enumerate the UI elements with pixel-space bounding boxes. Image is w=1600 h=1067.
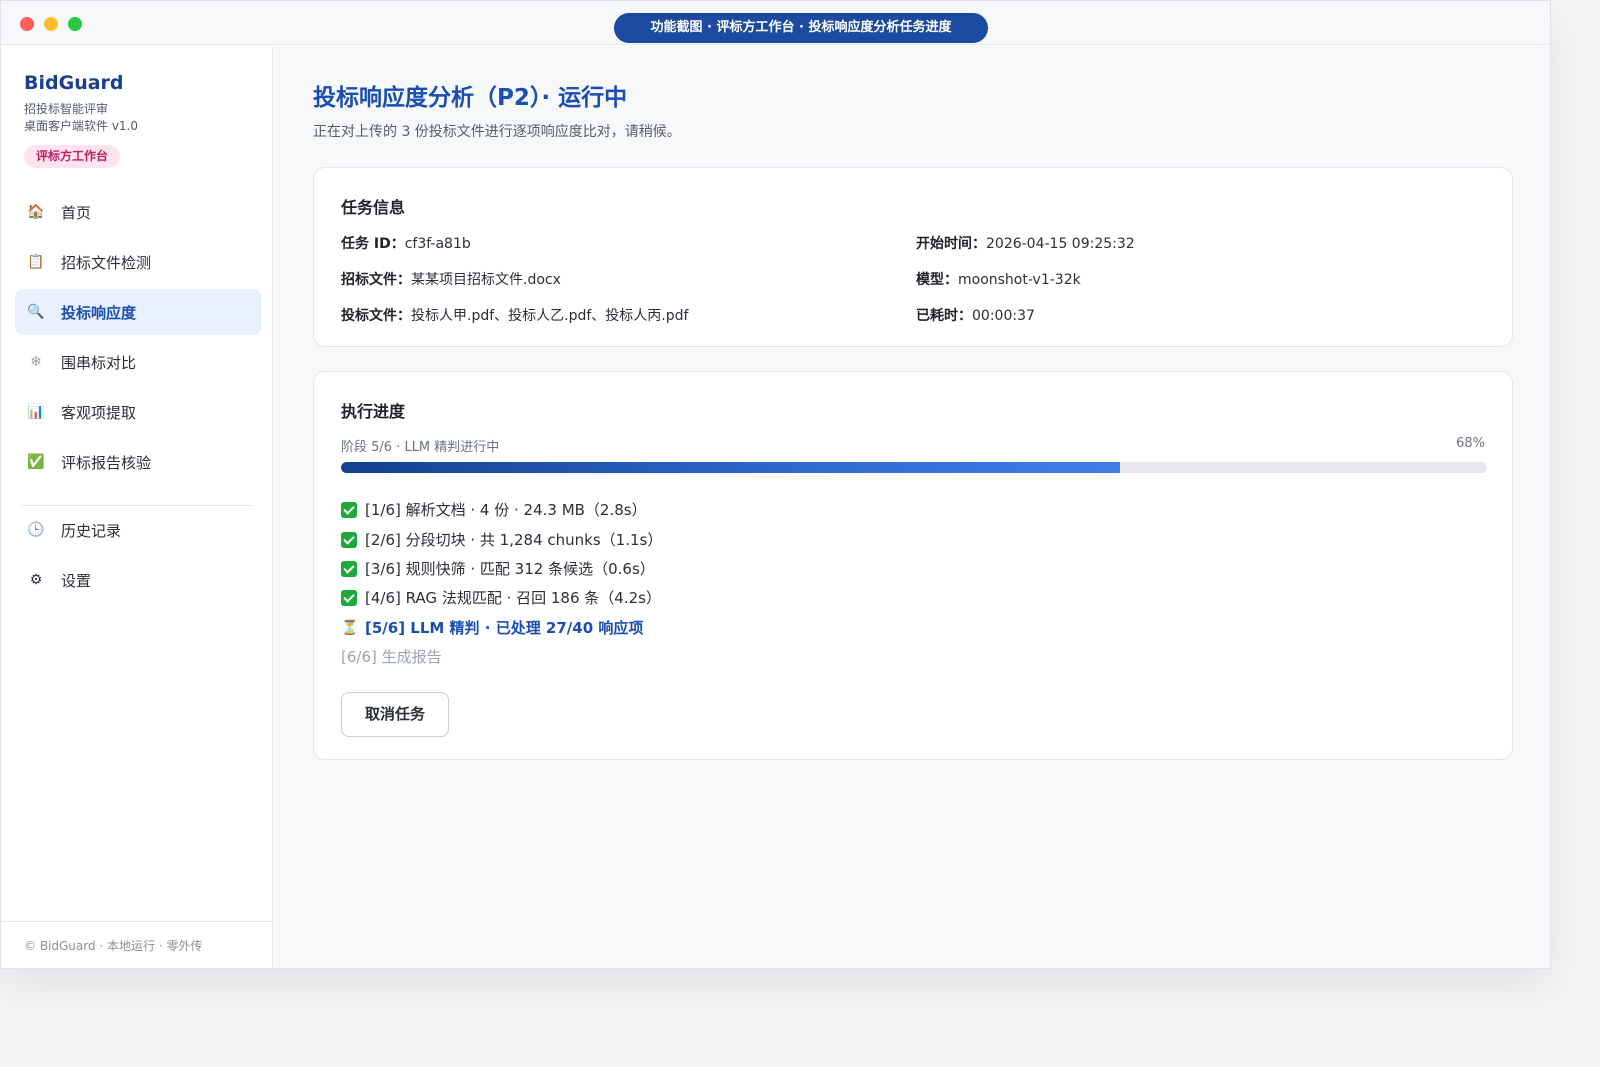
role-badge: 评标方工作台 [24, 145, 121, 168]
step-item: [1/6] 解析文档 · 4 份 · 24.3 MB（2.8s） [341, 499, 647, 520]
elapsed-row: 已耗时：00:00:37 [916, 305, 1035, 325]
progress-card: 执行进度 阶段 5/6 · LLM 精判进行中 68% [1/6] 解析文档 ·… [313, 371, 1513, 760]
tender-file-value: 某某项目招标文件.docx [411, 272, 561, 288]
stage-label: 阶段 5/6 · LLM 精判进行中 [341, 440, 500, 455]
tender-file-row: 招标文件：某某项目招标文件.docx [341, 269, 561, 289]
step-item-running: ⏳ [5/6] LLM 精判 · 已处理 27/40 响应项 [341, 617, 643, 638]
card-title: 任务信息 [341, 198, 406, 217]
check-icon [341, 531, 357, 548]
step-item: [4/6] RAG 法规匹配 · 召回 186 条（4.2s） [341, 587, 661, 608]
card-title: 执行进度 [341, 402, 406, 421]
task-id-row: 任务 ID：cf3f-a81b [341, 233, 471, 253]
sidebar-item-label: 围串标对比 [61, 353, 137, 372]
sidebar-item-label: 客观项提取 [61, 403, 137, 422]
brand-subtitle: 招投标智能评审 [24, 102, 109, 116]
sidebar-item-objective-extract[interactable]: 📊 客观项提取 [15, 389, 261, 435]
step-text: [4/6] RAG 法规匹配 · 召回 186 条（4.2s） [365, 589, 661, 607]
close-window-button[interactable] [20, 17, 34, 31]
sidebar-item-settings[interactable]: ⚙ 设置 [15, 557, 261, 603]
elapsed-label: 已耗时： [916, 308, 972, 324]
hourglass-icon: ⏳ [341, 619, 359, 636]
bid-files-row: 投标文件：投标人甲.pdf、投标人乙.pdf、投标人丙.pdf [341, 305, 688, 325]
step-text: [3/6] 规则快筛 · 匹配 312 条候选（0.6s） [365, 560, 655, 578]
brand-name: BidGuard [24, 72, 124, 94]
sidebar-item-tender-check[interactable]: 📋 招标文件检测 [15, 239, 261, 285]
sidebar-footer: © BidGuard · 本地运行 · 零外传 [1, 921, 272, 968]
sidebar-item-label: 设置 [61, 571, 92, 590]
house-icon: 🏠 [27, 204, 45, 220]
gear-icon: ⚙ [29, 572, 43, 588]
main-content: 投标响应度分析（P2）· 运行中 正在对上传的 3 份投标文件进行逐项响应度比对… [274, 46, 1550, 968]
tender-file-label: 招标文件： [341, 272, 411, 288]
sidebar-item-bid-response[interactable]: 🔍 投标响应度 [15, 289, 261, 335]
progress-percent: 68% [1456, 436, 1485, 451]
bid-files-value: 投标人甲.pdf、投标人乙.pdf、投标人丙.pdf [411, 308, 689, 324]
model-row: 模型：moonshot-v1-32k [916, 269, 1081, 289]
task-id-value: cf3f-a81b [404, 236, 471, 252]
bar-chart-icon: 📊 [27, 404, 45, 420]
task-id-label: 任务 ID： [341, 236, 405, 252]
step-text: [5/6] LLM 精判 · 已处理 27/40 响应项 [365, 619, 644, 637]
clock-icon: 🕒 [27, 522, 45, 538]
step-text: [1/6] 解析文档 · 4 份 · 24.3 MB（2.8s） [365, 501, 647, 519]
model-value: moonshot-v1-32k [958, 272, 1081, 288]
cancel-task-button[interactable]: 取消任务 [341, 692, 449, 737]
maximize-window-button[interactable] [68, 17, 82, 31]
check-icon [341, 589, 357, 606]
clipboard-icon: 📋 [27, 254, 45, 270]
sidebar: BidGuard 招投标智能评审 桌面客户端软件 v1.0 评标方工作台 🏠 首… [1, 46, 273, 968]
start-time-label: 开始时间： [916, 236, 986, 252]
brand-version: 桌面客户端软件 v1.0 [24, 119, 139, 133]
start-time-row: 开始时间：2026-04-15 09:25:32 [916, 233, 1135, 253]
start-time-value: 2026-04-15 09:25:32 [986, 236, 1135, 252]
page-title: 投标响应度分析（P2）· 运行中 [313, 85, 628, 111]
snowflake-icon: ❄ [30, 354, 42, 370]
sidebar-item-label: 招标文件检测 [61, 253, 152, 272]
bid-files-label: 投标文件： [341, 308, 411, 324]
step-text: [6/6] 生成报告 [341, 648, 442, 666]
window-title: 功能截图 · 评标方工作台 · 投标响应度分析任务进度 [614, 13, 988, 43]
sidebar-item-home[interactable]: 🏠 首页 [15, 189, 261, 235]
step-item: [3/6] 规则快筛 · 匹配 312 条候选（0.6s） [341, 558, 655, 579]
nav-divider [21, 505, 253, 506]
sidebar-item-label: 历史记录 [61, 521, 122, 540]
magnifier-icon: 🔍 [27, 304, 45, 320]
check-box-icon: ✅ [27, 454, 45, 470]
minimize-window-button[interactable] [44, 17, 58, 31]
elapsed-value: 00:00:37 [972, 308, 1035, 324]
sidebar-item-label: 首页 [61, 203, 92, 222]
progress-bar-fill [341, 462, 1121, 473]
sidebar-item-report-verify[interactable]: ✅ 评标报告核验 [15, 439, 261, 485]
sidebar-item-label: 投标响应度 [61, 303, 137, 322]
sidebar-item-label: 评标报告核验 [61, 453, 152, 472]
title-bar: 功能截图 · 评标方工作台 · 投标响应度分析任务进度 [1, 1, 1550, 45]
sidebar-item-collusion-compare[interactable]: ❄ 围串标对比 [15, 339, 261, 385]
step-item-pending: [6/6] 生成报告 [341, 646, 442, 667]
step-text: [2/6] 分段切块 · 共 1,284 chunks（1.1s） [365, 531, 663, 549]
check-icon [341, 501, 357, 518]
model-label: 模型： [916, 272, 958, 288]
progress-bar [341, 462, 1487, 473]
sidebar-item-history[interactable]: 🕒 历史记录 [15, 507, 261, 553]
page-subtitle: 正在对上传的 3 份投标文件进行逐项响应度比对，请稍候。 [313, 124, 681, 140]
step-item: [2/6] 分段切块 · 共 1,284 chunks（1.1s） [341, 529, 662, 550]
app-window: 功能截图 · 评标方工作台 · 投标响应度分析任务进度 BidGuard 招投标… [0, 0, 1551, 969]
check-icon [341, 560, 357, 577]
task-info-card: 任务信息 任务 ID：cf3f-a81b 招标文件：某某项目招标文件.docx … [313, 167, 1513, 347]
